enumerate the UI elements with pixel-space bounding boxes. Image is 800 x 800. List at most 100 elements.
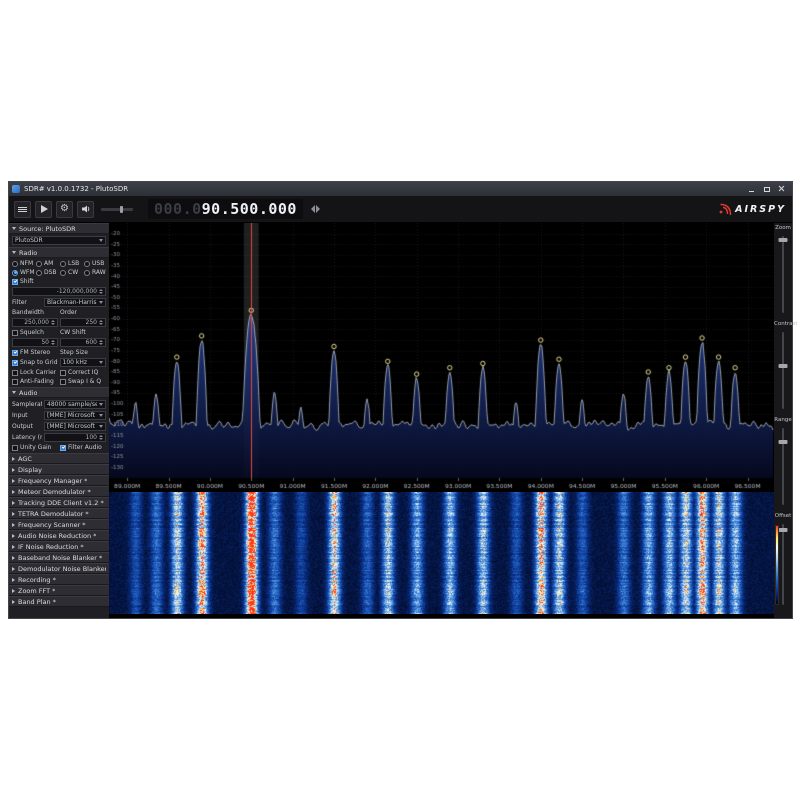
- panel-header-if-noise-reduction[interactable]: IF Noise Reduction *: [9, 541, 109, 552]
- step-size-select[interactable]: 100 kHz: [60, 358, 106, 367]
- panel-header-audio-noise-reduction[interactable]: Audio Noise Reduction *: [9, 530, 109, 541]
- window-title: SDR# v1.0.0.1732 - PlutoSDR: [24, 185, 740, 193]
- squelch-field[interactable]: 50: [12, 338, 58, 347]
- collapse-right-icon: [12, 567, 15, 571]
- contrast-slider-thumb[interactable]: [779, 364, 788, 368]
- squelch-checkbox[interactable]: [12, 330, 18, 336]
- play-button[interactable]: [35, 201, 52, 218]
- title-bar[interactable]: SDR# v1.0.0.1732 - PlutoSDR: [9, 182, 792, 196]
- chevron-down-icon: [99, 361, 103, 364]
- sidebar: Source: PlutoSDR PlutoSDR Radio NFM AM LSB…: [9, 223, 109, 618]
- filter-audio-label: Filter Audio: [68, 444, 102, 451]
- cw-shift-field[interactable]: 600: [60, 338, 106, 347]
- mode-dsb[interactable]: DSB: [36, 269, 58, 276]
- offset-slider-thumb[interactable]: [779, 528, 788, 532]
- collapse-right-icon: [12, 457, 15, 461]
- snap-to-grid-checkbox[interactable]: [12, 360, 18, 366]
- mute-button[interactable]: [77, 201, 94, 218]
- panel-header-band-plan[interactable]: Band Plan *: [9, 596, 109, 607]
- radio-button-icon: [84, 270, 90, 276]
- panel-header-demodulator-noise-blanker[interactable]: Demodulator Noise Blanker *: [9, 563, 109, 574]
- mode-lsb[interactable]: LSB: [60, 260, 82, 267]
- volume-slider-thumb[interactable]: [120, 206, 123, 213]
- mode-label: WFM: [20, 269, 34, 276]
- chevron-down-icon: [99, 239, 103, 242]
- panel-label: Meteor Demodulator *: [18, 488, 91, 496]
- settings-button[interactable]: ⚙: [56, 201, 73, 218]
- mode-label: AM: [44, 260, 53, 267]
- radio-panel-header[interactable]: Radio: [9, 247, 109, 258]
- panel-header-meteor-demodulator[interactable]: Meteor Demodulator *: [9, 486, 109, 497]
- shift-value-field[interactable]: -120,000,000: [12, 287, 106, 296]
- source-panel-header[interactable]: Source: PlutoSDR: [9, 223, 109, 234]
- contrast-slider[interactable]: [782, 332, 784, 409]
- correct-iq-checkbox[interactable]: [60, 370, 66, 376]
- shift-checkbox[interactable]: [12, 279, 18, 285]
- filter-select[interactable]: Blackman-Harris 4: [44, 298, 106, 307]
- frequency-step-buttons[interactable]: [311, 205, 320, 213]
- collapse-right-icon: [12, 512, 15, 516]
- maximize-icon: [764, 187, 770, 192]
- filter-audio-checkbox[interactable]: [60, 445, 66, 451]
- unity-gain-checkbox[interactable]: [12, 445, 18, 451]
- anti-fading-label: Anti-Fading: [20, 378, 54, 385]
- fm-stereo-checkbox[interactable]: [12, 350, 18, 356]
- panel-header-tracking-dde-client-v1-2[interactable]: Tracking DDE Client v1.2 *: [9, 497, 109, 508]
- correct-iq-label: Correct IQ: [68, 369, 98, 376]
- panel-header-agc[interactable]: AGC: [9, 453, 109, 464]
- audio-panel-header[interactable]: Audio: [9, 387, 109, 398]
- order-field[interactable]: 250: [60, 318, 106, 327]
- close-button[interactable]: [774, 182, 789, 196]
- panel-header-frequency-manager[interactable]: Frequency Manager *: [9, 475, 109, 486]
- latency-field[interactable]: 100: [44, 433, 106, 442]
- fm-stereo-label: FM Stereo: [20, 349, 50, 356]
- collapse-right-icon: [12, 523, 15, 527]
- offset-slider[interactable]: [782, 524, 784, 605]
- panel-header-recording[interactable]: Recording *: [9, 574, 109, 585]
- audio-output-select[interactable]: [MME] Microsoft S...: [44, 422, 106, 431]
- range-slider-thumb[interactable]: [779, 440, 788, 444]
- frequency-display[interactable]: 000.090.500.000: [148, 199, 303, 219]
- zoom-slider[interactable]: [782, 236, 784, 313]
- maximize-button[interactable]: [759, 182, 774, 196]
- volume-slider[interactable]: [101, 208, 133, 211]
- panel-header-frequency-scanner[interactable]: Frequency Scanner *: [9, 519, 109, 530]
- mode-cw[interactable]: CW: [60, 269, 82, 276]
- collapse-down-icon: [12, 227, 16, 230]
- panel-header-baseband-noise-blanker[interactable]: Baseband Noise Blanker *: [9, 552, 109, 563]
- spinner-icon: [99, 289, 103, 294]
- mode-wfm[interactable]: WFM: [12, 269, 34, 276]
- minimize-button[interactable]: [744, 182, 759, 196]
- mode-usb[interactable]: USB: [84, 260, 106, 267]
- source-device-select[interactable]: PlutoSDR: [12, 236, 106, 245]
- panel-header-tetra-demodulator[interactable]: TETRA Demodulator *: [9, 508, 109, 519]
- samplerate-select[interactable]: 48000 sample/sec: [44, 400, 106, 409]
- range-slider-label: Range: [774, 417, 792, 423]
- radio-button-icon: [60, 270, 66, 276]
- audio-input-label: Input: [12, 412, 42, 419]
- waterfall-display[interactable]: [109, 492, 774, 614]
- mode-raw[interactable]: RAW: [84, 269, 106, 276]
- audio-input-select[interactable]: [MME] Microsoft S...: [44, 411, 106, 420]
- range-slider[interactable]: [782, 428, 784, 505]
- hamburger-icon: [18, 207, 27, 208]
- menu-button[interactable]: [14, 201, 31, 218]
- collapse-right-icon: [12, 490, 15, 494]
- collapse-down-icon: [12, 251, 16, 254]
- fft-spectrum-display[interactable]: [109, 223, 774, 490]
- order-label: Order: [60, 309, 77, 316]
- panel-header-zoom-fft[interactable]: Zoom FFT *: [9, 585, 109, 596]
- unity-gain-label: Unity Gain: [20, 444, 51, 451]
- zoom-slider-thumb[interactable]: [779, 238, 788, 242]
- lock-carrier-checkbox[interactable]: [12, 370, 18, 376]
- collapse-right-icon: [12, 468, 15, 472]
- mode-nfm[interactable]: NFM: [12, 260, 34, 267]
- minimize-icon: [749, 191, 754, 192]
- radio-panel-body: NFMAMLSBUSBWFMDSBCWRAW Shift -120,000,00…: [9, 258, 109, 387]
- play-icon: [41, 205, 48, 213]
- mode-am[interactable]: AM: [36, 260, 58, 267]
- panel-header-display[interactable]: Display: [9, 464, 109, 475]
- swap-iq-checkbox[interactable]: [60, 379, 66, 385]
- bandwidth-field[interactable]: 250,000: [12, 318, 58, 327]
- anti-fading-checkbox[interactable]: [12, 379, 18, 385]
